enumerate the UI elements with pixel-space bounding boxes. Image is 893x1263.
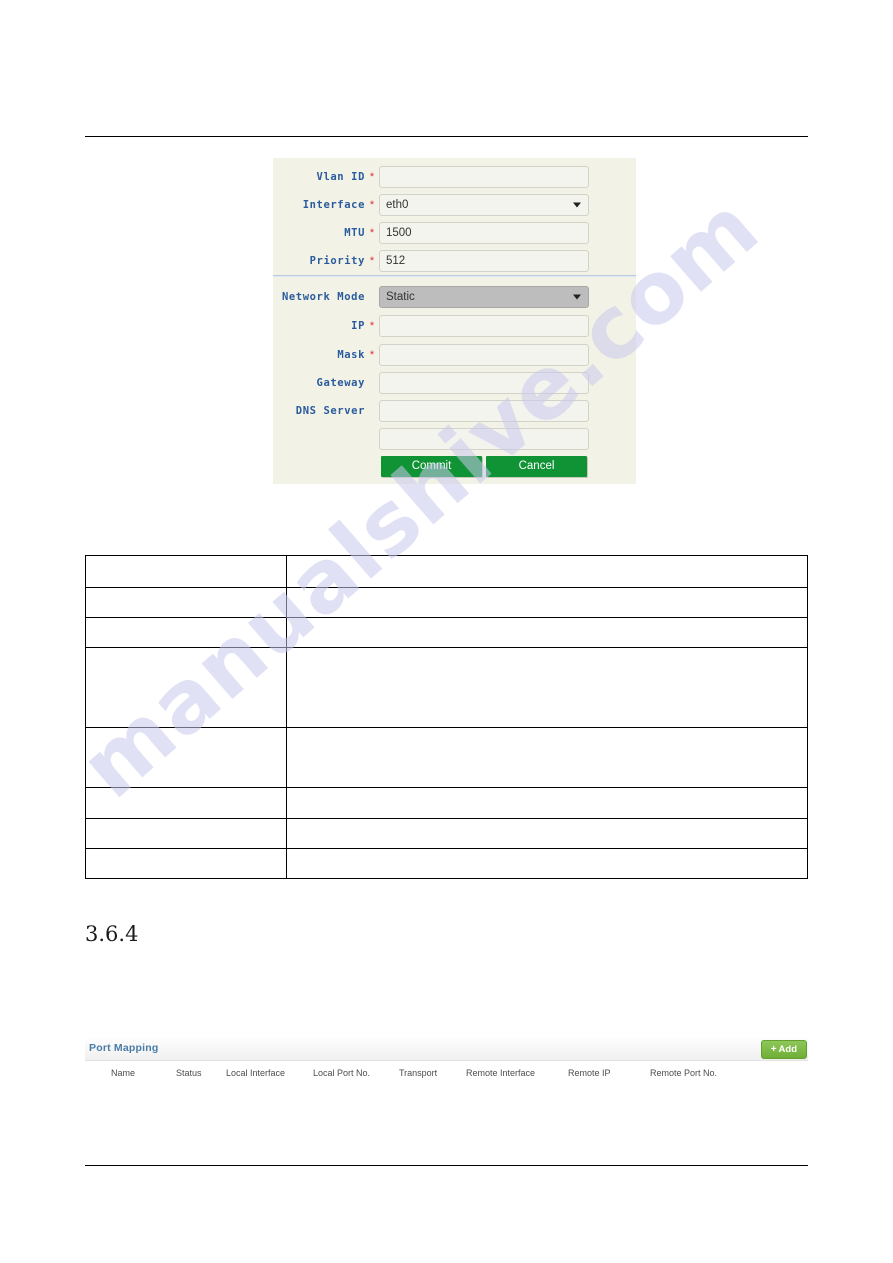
form-row-interface: Interface * eth0 bbox=[273, 194, 589, 216]
label-priority: Priority bbox=[309, 255, 365, 267]
table-cell-name bbox=[85, 727, 287, 788]
table-cell-name bbox=[85, 647, 287, 728]
table-row bbox=[85, 555, 809, 588]
table-row bbox=[85, 787, 809, 819]
label-network-mode: Network Mode bbox=[281, 291, 365, 303]
chevron-down-icon bbox=[573, 294, 581, 300]
input-ip[interactable] bbox=[379, 315, 589, 337]
add-button-label: Add bbox=[778, 1044, 797, 1055]
label-dns-server: DNS Server bbox=[295, 405, 365, 417]
table-row bbox=[85, 727, 809, 788]
column-header-local-port-no: Local Port No. bbox=[313, 1068, 371, 1078]
table-cell-name bbox=[85, 587, 287, 618]
table-row bbox=[85, 617, 809, 648]
table-row bbox=[85, 647, 809, 728]
label-mtu: MTU bbox=[344, 227, 365, 239]
required-marker-interface: * bbox=[369, 198, 375, 211]
column-header-local-interface: Local Interface bbox=[226, 1068, 286, 1078]
port-mapping-header: Port Mapping + Add bbox=[85, 1038, 808, 1061]
table-cell-name bbox=[85, 617, 287, 648]
label-interface: Interface bbox=[302, 199, 365, 211]
table-cell-name bbox=[85, 555, 287, 588]
form-row-network-mode: Network Mode Static bbox=[273, 286, 589, 308]
label-vlan-id: Vlan ID bbox=[316, 171, 365, 183]
table-cell-description bbox=[285, 848, 809, 879]
input-gateway[interactable] bbox=[379, 372, 589, 394]
form-row-mask: Mask * bbox=[273, 344, 589, 366]
table-cell-description bbox=[285, 647, 809, 728]
select-interface-value: eth0 bbox=[386, 199, 409, 211]
specification-table bbox=[85, 555, 809, 879]
select-network-mode[interactable]: Static bbox=[379, 286, 589, 308]
select-network-mode-value: Static bbox=[386, 291, 415, 303]
cancel-button[interactable]: Cancel bbox=[486, 456, 587, 477]
table-cell-name bbox=[85, 787, 287, 819]
column-header-remote-port-no: Remote Port No. bbox=[650, 1068, 718, 1078]
page-footer-rule bbox=[85, 1165, 808, 1166]
label-ip: IP bbox=[351, 320, 365, 332]
commit-button[interactable]: Commit bbox=[381, 456, 482, 477]
port-mapping-panel: Port Mapping + Add Name Status Local Inte… bbox=[85, 1038, 808, 1132]
port-mapping-title: Port Mapping bbox=[89, 1042, 159, 1054]
add-button[interactable]: + Add bbox=[760, 1040, 807, 1059]
column-header-transport: Transport bbox=[399, 1068, 438, 1078]
column-header-remote-ip: Remote IP bbox=[568, 1068, 611, 1078]
chevron-down-icon bbox=[573, 202, 581, 208]
required-marker-mask: * bbox=[369, 348, 375, 361]
table-cell-description bbox=[285, 617, 809, 648]
plus-icon: + bbox=[770, 1044, 777, 1055]
input-dns-server-secondary[interactable] bbox=[379, 428, 589, 450]
table-row bbox=[85, 818, 809, 849]
column-header-status: Status bbox=[176, 1068, 202, 1078]
required-marker-vlan-id: * bbox=[369, 170, 375, 183]
form-row-priority: Priority * 512 bbox=[273, 250, 589, 272]
form-row-gateway: Gateway bbox=[273, 372, 589, 394]
required-marker-ip: * bbox=[369, 319, 375, 332]
table-cell-description bbox=[285, 818, 809, 849]
required-marker-mtu: * bbox=[369, 226, 375, 239]
table-cell-description bbox=[285, 587, 809, 618]
vlan-config-panel: Vlan ID * Interface * eth0 MTU * 1500 Pr… bbox=[273, 158, 636, 484]
select-interface[interactable]: eth0 bbox=[379, 194, 589, 216]
form-row-ip: IP * bbox=[273, 315, 589, 337]
input-priority[interactable]: 512 bbox=[379, 250, 589, 272]
table-row bbox=[85, 848, 809, 879]
form-button-bar: Commit Cancel bbox=[381, 456, 587, 477]
label-mask: Mask bbox=[337, 349, 365, 361]
form-row-dns-server-secondary bbox=[273, 428, 589, 450]
port-mapping-body bbox=[85, 1087, 808, 1132]
input-vlan-id[interactable] bbox=[379, 166, 589, 188]
form-row-mtu: MTU * 1500 bbox=[273, 222, 589, 244]
label-gateway: Gateway bbox=[316, 377, 365, 389]
form-row-dns-server: DNS Server bbox=[273, 400, 589, 422]
form-row-vlan-id: Vlan ID * bbox=[273, 166, 589, 188]
input-mtu[interactable]: 1500 bbox=[379, 222, 589, 244]
column-header-remote-interface: Remote Interface bbox=[466, 1068, 536, 1078]
input-dns-server-primary[interactable] bbox=[379, 400, 589, 422]
table-cell-description bbox=[285, 727, 809, 788]
table-cell-description bbox=[285, 555, 809, 588]
input-mask[interactable] bbox=[379, 344, 589, 366]
port-mapping-column-headers: Name Status Local Interface Local Port N… bbox=[85, 1061, 808, 1087]
table-cell-name bbox=[85, 818, 287, 849]
table-cell-description bbox=[285, 787, 809, 819]
panel-divider bbox=[273, 275, 636, 277]
page-header-rule bbox=[85, 136, 808, 137]
section-heading: 3.6.4 bbox=[85, 922, 139, 946]
table-row bbox=[85, 587, 809, 618]
required-marker-priority: * bbox=[369, 254, 375, 267]
column-header-name: Name bbox=[111, 1068, 136, 1078]
table-cell-name bbox=[85, 848, 287, 879]
